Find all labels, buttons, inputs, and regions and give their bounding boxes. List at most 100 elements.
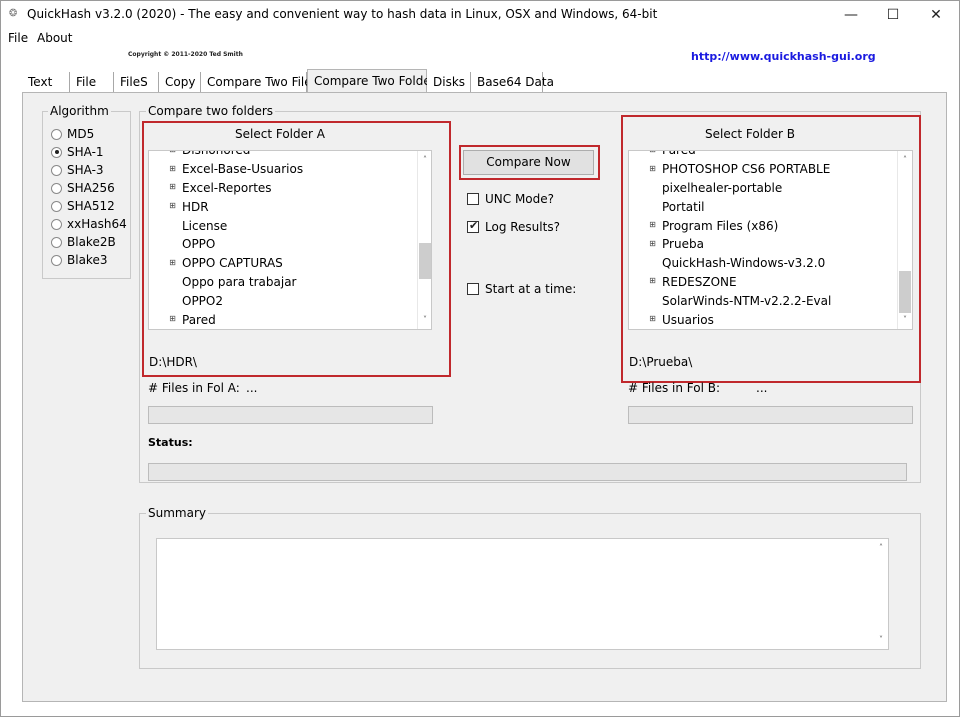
tree-item[interactable]: ⊞ Pared (168, 310, 416, 329)
radio-indicator[interactable] (51, 164, 62, 176)
radio-label: SHA-1 (67, 145, 104, 159)
tree-item[interactable]: ⊞ HDR (168, 197, 416, 216)
tree-item[interactable]: Oppo para trabajar (168, 273, 416, 292)
radio-label: MD5 (67, 127, 95, 141)
unc-mode-checkbox[interactable]: UNC Mode? (467, 192, 554, 206)
scroll-down-icon[interactable]: ˅ (874, 635, 888, 644)
window-title: QuickHash v3.2.0 (2020) - The easy and c… (27, 7, 658, 21)
tab-compare-two-files[interactable]: Compare Two Files (201, 72, 318, 92)
folder-a-scroll-thumb[interactable] (419, 243, 431, 279)
tree-item[interactable]: OPPO2 (168, 291, 416, 310)
tree-item[interactable]: ⊞ PHOTOSHOP CS6 PORTABLE (648, 160, 896, 179)
tree-item[interactable]: ⊞ REDESZONE (648, 273, 896, 292)
tab-file[interactable]: File (70, 72, 114, 92)
menu-about[interactable]: About (37, 31, 72, 45)
tab-copy[interactable]: Copy (159, 72, 201, 92)
expand-icon[interactable]: ⊞ (648, 315, 657, 324)
compare-now-button[interactable]: Compare Now (463, 150, 594, 175)
tree-item[interactable]: QuickHash-Windows-v3.2.0 (648, 254, 896, 273)
radio-xxhash64[interactable]: xxHash64 (51, 215, 129, 233)
folder-b-progress-bar (628, 406, 913, 424)
checkbox-box[interactable] (467, 283, 479, 295)
folder-a-scrollbar[interactable]: ˄ ˅ (417, 151, 431, 329)
menu-file[interactable]: File (8, 31, 28, 45)
close-button[interactable]: ✕ (913, 1, 959, 29)
radio-md5[interactable]: MD5 (51, 125, 129, 143)
radio-indicator[interactable] (51, 236, 62, 248)
radio-indicator[interactable] (51, 218, 62, 230)
expand-icon[interactable]: ⊞ (168, 151, 177, 155)
tab-files[interactable]: FileS (114, 72, 159, 92)
scroll-down-icon[interactable]: ˅ (898, 315, 912, 324)
folder-b-scroll-thumb[interactable] (899, 271, 911, 313)
folder-b-scrollbar[interactable]: ˄ ˅ (897, 151, 912, 329)
expand-icon[interactable]: ⊞ (168, 164, 177, 174)
tab-disks[interactable]: Disks (427, 72, 471, 92)
maximize-button[interactable]: ☐ (870, 1, 916, 29)
tree-item[interactable]: ⊞ Dishonored (168, 151, 416, 160)
expand-icon[interactable]: ⊞ (648, 239, 657, 249)
radio-indicator[interactable] (51, 146, 62, 158)
scroll-up-icon[interactable]: ˄ (898, 155, 912, 164)
tab-compare-two-folders[interactable]: Compare Two Folders (307, 69, 442, 92)
radio-label: Blake3 (67, 253, 108, 267)
log-results-checkbox[interactable]: Log Results? (467, 219, 560, 234)
compare-folders-caption: Compare two folders (146, 104, 276, 118)
tree-item[interactable]: Portatil (648, 197, 896, 216)
website-link[interactable]: http://www.quickhash-gui.org (691, 50, 876, 63)
tree-item[interactable]: pixelhealer-portable (648, 179, 896, 198)
tree-item[interactable]: License (168, 216, 416, 235)
radio-sha1[interactable]: SHA-1 (51, 143, 129, 161)
summary-memo[interactable]: ˄ ˅ (156, 538, 889, 650)
start-at-time-checkbox[interactable]: Start at a time: (467, 282, 576, 296)
tree-item[interactable]: ⊞ Prueba (648, 235, 896, 254)
radio-indicator[interactable] (51, 254, 62, 266)
tree-item[interactable]: ⊞ Pared (648, 151, 896, 160)
summary-caption: Summary (146, 506, 208, 520)
tab-text[interactable]: Text (22, 72, 70, 92)
expand-icon[interactable]: ⊞ (648, 151, 657, 155)
radio-label: xxHash64 (67, 217, 127, 231)
radio-indicator[interactable] (51, 200, 62, 212)
minimize-button[interactable]: — (828, 1, 874, 29)
checkbox-label: UNC Mode? (485, 192, 555, 206)
folder-b-header[interactable]: Select Folder B (628, 127, 872, 141)
radio-sha512[interactable]: SHA512 (51, 197, 129, 215)
copyright-label: Copyright © 2011-2020 Ted Smith (128, 51, 243, 58)
checkbox-label: Start at a time: (485, 282, 577, 296)
expand-icon[interactable]: ⊞ (648, 221, 657, 230)
radio-label: SHA256 (67, 181, 115, 195)
checkbox-box[interactable] (467, 219, 479, 233)
expand-icon[interactable]: ⊞ (168, 202, 177, 211)
radio-indicator[interactable] (51, 182, 62, 194)
expand-icon[interactable]: ⊞ (168, 315, 177, 324)
files-in-folder-b-label: # Files in Fol B: (628, 381, 721, 395)
tree-item[interactable]: ⊞ Program Files (x86) (648, 216, 896, 235)
scroll-up-icon[interactable]: ˄ (418, 155, 431, 164)
checkbox-box[interactable] (467, 193, 479, 205)
radio-sha3[interactable]: SHA-3 (51, 161, 129, 179)
radio-sha256[interactable]: SHA256 (51, 179, 129, 197)
scroll-up-icon[interactable]: ˄ (874, 543, 888, 552)
tree-item[interactable]: ⊞ OPPO CAPTURAS (168, 254, 416, 273)
tree-item-label: SolarWinds-NTM-v2.2.2-Eval (662, 293, 832, 308)
tree-item-label: QuickHash-Windows-v3.2.0 (662, 256, 826, 271)
files-in-folder-a-label: # Files in Fol A: (148, 381, 240, 395)
expand-icon[interactable]: ⊞ (648, 277, 657, 286)
expand-icon[interactable]: ⊞ (168, 183, 177, 192)
tree-item[interactable]: ⊞ Excel-Reportes (168, 179, 416, 198)
tree-item[interactable]: SolarWinds-NTM-v2.2.2-Eval (648, 291, 896, 310)
expand-icon[interactable]: ⊞ (168, 258, 177, 268)
tree-item[interactable]: ⊞ Usuarios (648, 310, 896, 329)
folder-a-header[interactable]: Select Folder A (145, 127, 415, 141)
folder-a-tree[interactable]: ⊞ Dishonored ⊞ Excel-Base-Usuarios ⊞ Excel-Re… (148, 150, 432, 330)
tree-item[interactable]: OPPO (168, 235, 416, 254)
tab-base64-data[interactable]: Base64 Data (471, 72, 554, 92)
radio-blake3[interactable]: Blake3 (51, 251, 129, 269)
tree-item[interactable]: ⊞ Excel-Base-Usuarios (168, 160, 416, 179)
scroll-down-icon[interactable]: ˅ (418, 315, 431, 324)
radio-blake2b[interactable]: Blake2B (51, 233, 129, 251)
expand-icon[interactable]: ⊞ (648, 164, 657, 174)
radio-indicator[interactable] (51, 128, 62, 140)
folder-b-tree[interactable]: ⊞ Pared ⊞ PHOTOSHOP CS6 PORTABLE pixelhealer… (628, 150, 913, 330)
